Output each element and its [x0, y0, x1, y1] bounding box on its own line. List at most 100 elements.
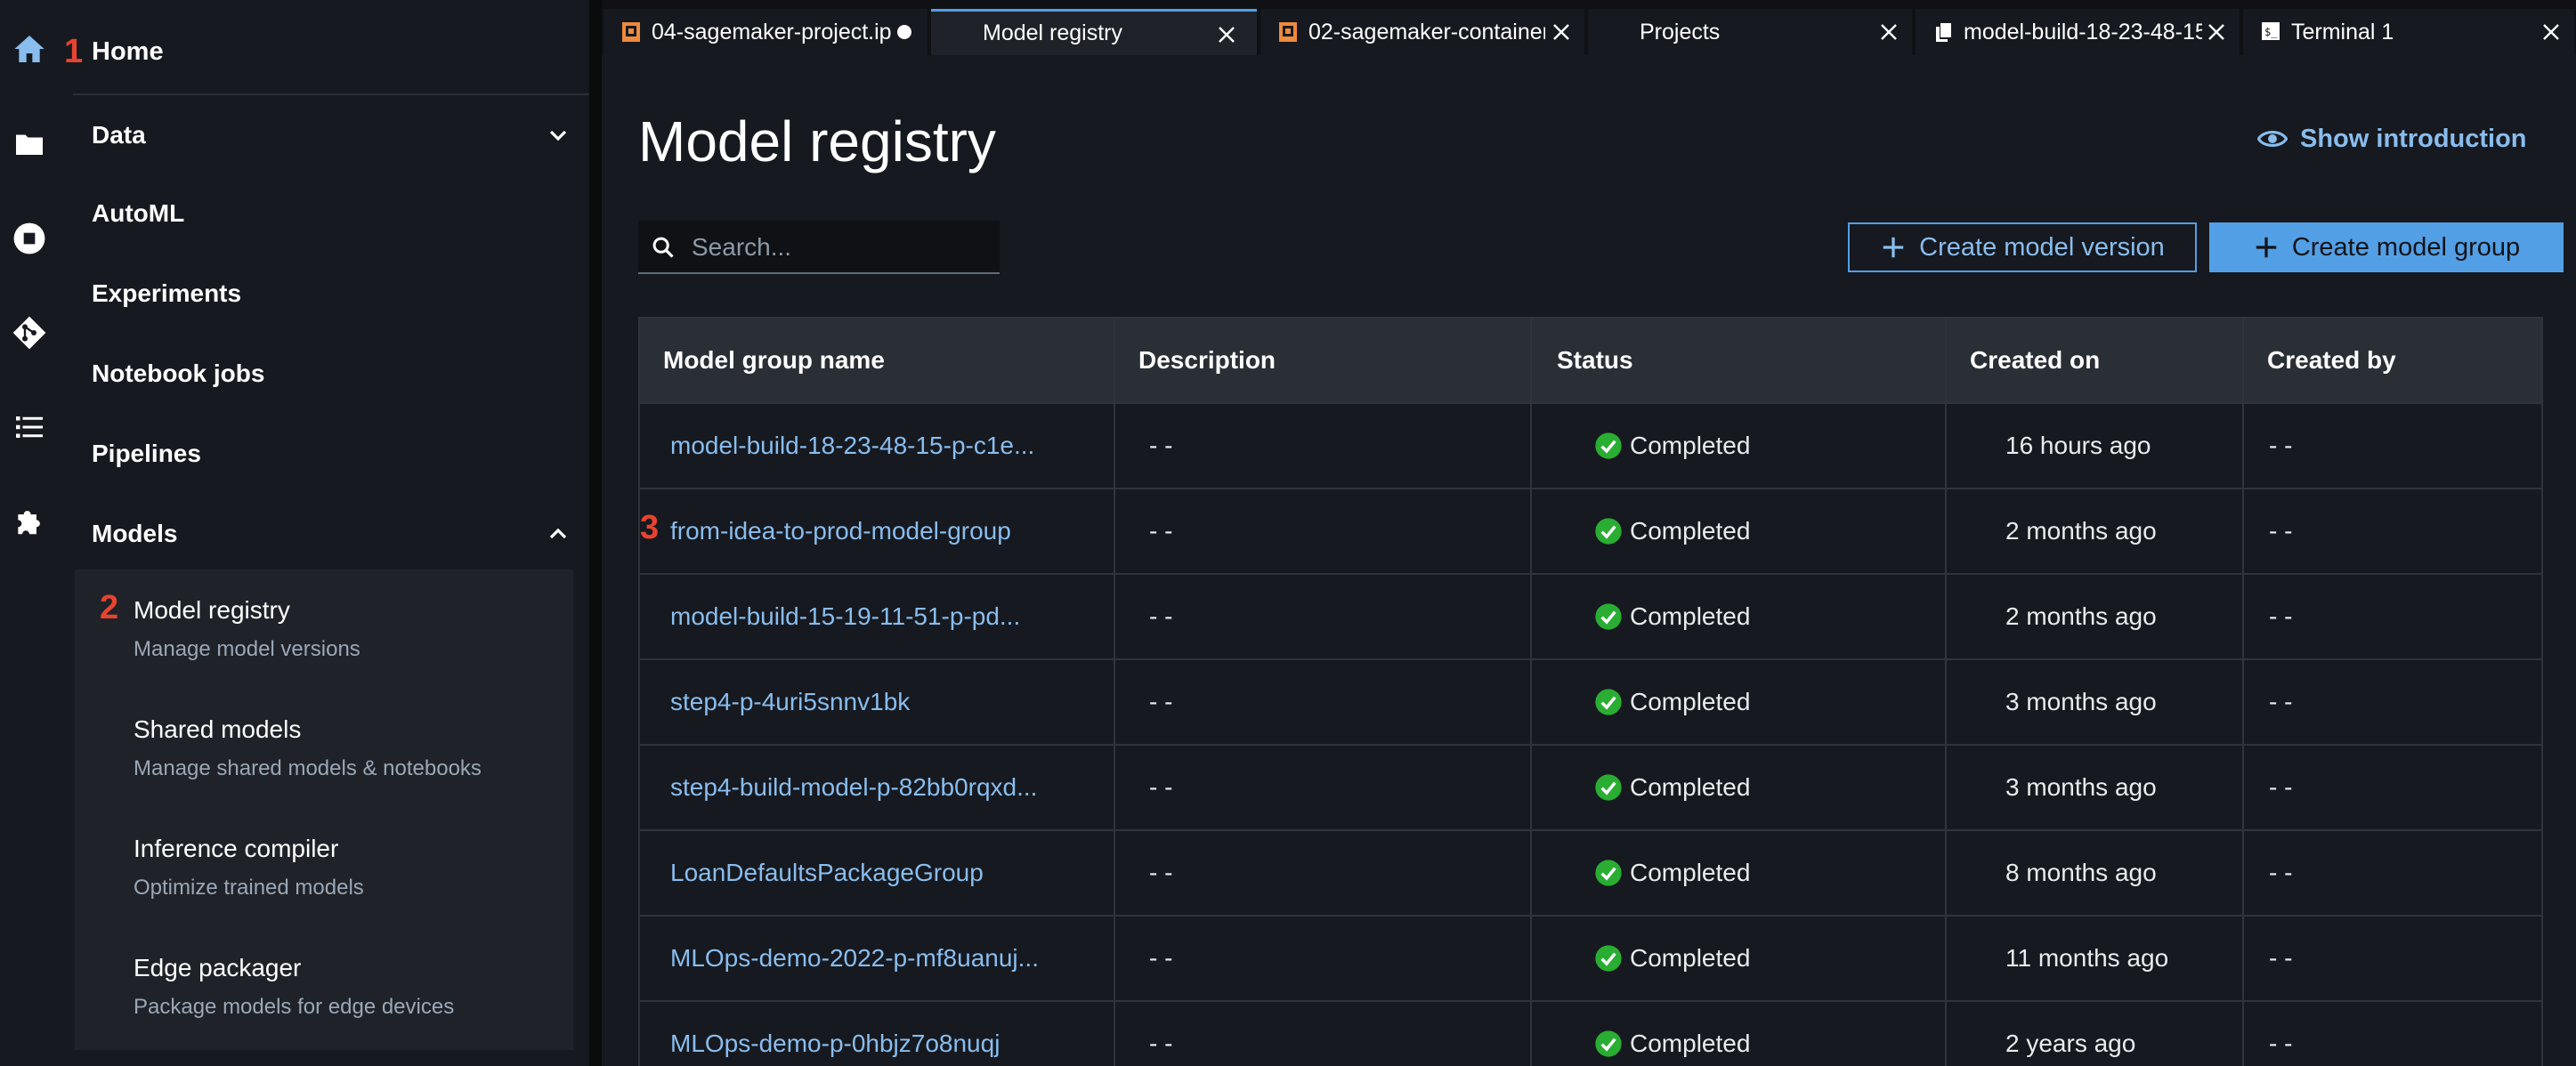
model-group-link[interactable]: step4-p-4uri5snnv1bk — [670, 660, 1115, 744]
status-text: Completed — [1630, 773, 1751, 801]
description-cell: - - — [1149, 602, 1173, 630]
show-introduction-link[interactable]: Show introduction — [2257, 121, 2527, 157]
close-icon[interactable] — [2540, 21, 2562, 43]
status-text: Completed — [1630, 602, 1751, 630]
tab-title: Terminal 1 — [2291, 19, 2394, 44]
nav-item-label: Notebook jobs — [92, 359, 265, 387]
create-model-version-button[interactable]: Create model version — [1848, 222, 2197, 272]
annotation-marker: 3 — [640, 509, 660, 546]
status-text: Completed — [1630, 688, 1751, 715]
search-box — [638, 221, 1000, 274]
created-by-cell: - - — [2269, 773, 2293, 801]
chevron-up-icon — [549, 528, 567, 539]
check-circle-icon — [1595, 518, 1622, 545]
model-group-link[interactable]: MLOps-demo-2022-p-mf8uanuj... — [670, 917, 1115, 1000]
created-by-cell: - - — [2269, 859, 2293, 886]
puzzle-icon[interactable] — [8, 500, 51, 543]
check-circle-icon — [1595, 945, 1622, 972]
nav-item-label: Pipelines — [92, 440, 201, 467]
created-by-cell: - - — [2269, 944, 2293, 972]
nav-item-notebook-jobs[interactable]: Notebook jobs — [92, 347, 572, 400]
column-header-description[interactable]: Description — [1115, 319, 1532, 402]
tab-model-registry[interactable]: Model registry — [931, 9, 1257, 55]
table-row[interactable]: LoanDefaultsPackageGroup - - Completed 8… — [640, 829, 2541, 915]
model-group-link[interactable]: from-idea-to-prod-model-group — [670, 489, 1115, 573]
close-icon[interactable] — [1878, 21, 1900, 43]
created-by-cell: - - — [2269, 688, 2293, 715]
table-row[interactable]: step4-p-4uri5snnv1bk - - Completed 3 mon… — [640, 658, 2541, 744]
tab-projects[interactable]: Projects — [1588, 9, 1912, 55]
table-row[interactable]: 3 from-idea-to-prod-model-group - - Comp… — [640, 488, 2541, 573]
table-row[interactable]: step4-build-model-p-82bb0rqxd... - - Com… — [640, 744, 2541, 829]
search-icon — [652, 237, 674, 258]
check-circle-icon — [1595, 689, 1622, 715]
created-on-cell: 2 months ago — [2005, 602, 2157, 630]
nav-item-label: Models — [92, 520, 178, 547]
tab-model-build[interactable]: model-build-18-23-48-15 — [1916, 9, 2240, 55]
description-cell: - - — [1149, 1030, 1173, 1057]
submenu-description: Optimize trained models — [134, 876, 364, 900]
column-header-model-group-name[interactable]: Model group name — [640, 319, 1115, 402]
nav-item-label: Data — [92, 121, 146, 149]
navigation-panel: 1 Home Data AutoML Experiments Notebook … — [59, 0, 589, 1066]
search-input[interactable] — [690, 221, 996, 274]
create-model-group-button[interactable]: Create model group — [2209, 222, 2564, 272]
status-cell: Completed — [1594, 575, 1750, 658]
status-cell: Completed — [1594, 489, 1750, 573]
created-by-cell: - - — [2269, 432, 2293, 459]
table-row[interactable]: model-build-18-23-48-15-p-c1e... - - Com… — [640, 402, 2541, 488]
nav-item-automl[interactable]: AutoML — [92, 187, 572, 240]
tab-title: 04-sagemaker-project.ipynb — [652, 19, 892, 44]
model-group-link[interactable]: MLOps-demo-p-0hbjz7o8nuqj — [670, 1002, 1115, 1066]
tab-terminal-1[interactable]: $_ Terminal 1 — [2243, 9, 2574, 55]
column-header-status[interactable]: Status — [1532, 319, 1947, 402]
copy-icon — [1936, 23, 1951, 42]
table-row[interactable]: MLOps-demo-2022-p-mf8uanuj... - - Comple… — [640, 915, 2541, 1000]
check-circle-icon — [1595, 603, 1622, 630]
column-header-created-on[interactable]: Created on — [1947, 319, 2244, 402]
model-group-link[interactable]: LoanDefaultsPackageGroup — [670, 831, 1115, 915]
column-header-created-by[interactable]: Created by — [2244, 319, 2541, 402]
nav-item-experiments[interactable]: Experiments — [92, 267, 572, 320]
close-icon[interactable] — [1216, 24, 1237, 45]
table-row[interactable]: MLOps-demo-p-0hbjz7o8nuqj - - Completed … — [640, 1000, 2541, 1066]
table-row[interactable]: model-build-15-19-11-51-p-pd... - - Comp… — [640, 573, 2541, 658]
git-icon[interactable] — [8, 311, 51, 354]
models-submenu: Model registry Manage model versions Sha… — [75, 569, 573, 1050]
divider — [73, 93, 589, 95]
check-circle-icon — [1595, 1030, 1622, 1057]
close-icon[interactable] — [2206, 21, 2227, 43]
submenu-inference-compiler[interactable]: Inference compiler Optimize trained mode… — [134, 835, 561, 900]
submenu-edge-packager[interactable]: Edge packager Package models for edge de… — [134, 954, 561, 1020]
notebook-icon — [1279, 22, 1297, 42]
nav-item-pipelines[interactable]: Pipelines — [92, 427, 572, 481]
tab-04-sagemaker-project[interactable]: 04-sagemaker-project.ipynb — [603, 9, 928, 55]
plus-icon — [1883, 237, 1904, 258]
tab-title: Model registry — [983, 20, 1122, 45]
tab-title: 02-sagemaker-containers.ipynb — [1308, 19, 1545, 44]
list-icon[interactable] — [8, 406, 51, 448]
submenu-shared-models[interactable]: Shared models Manage shared models & not… — [134, 715, 561, 781]
modified-dot-icon — [897, 25, 911, 39]
description-cell: - - — [1149, 944, 1173, 972]
nav-item-label: Experiments — [92, 279, 242, 307]
nav-item-label: AutoML — [92, 199, 185, 227]
model-group-link[interactable]: model-build-15-19-11-51-p-pd... — [670, 575, 1115, 658]
tab-02-sagemaker-containers[interactable]: 02-sagemaker-containers.ipynb — [1260, 9, 1584, 55]
tab-title: model-build-18-23-48-15 — [1964, 19, 2202, 44]
panel-divider[interactable] — [589, 0, 602, 1066]
stop-circle-icon[interactable] — [8, 217, 51, 260]
model-group-link[interactable]: model-build-18-23-48-15-p-c1e... — [670, 404, 1115, 488]
description-cell: - - — [1149, 859, 1173, 886]
nav-item-models[interactable]: Models — [92, 507, 572, 561]
model-group-link[interactable]: step4-build-model-p-82bb0rqxd... — [670, 746, 1115, 829]
folder-icon[interactable] — [8, 123, 51, 166]
close-icon[interactable] — [1551, 21, 1572, 43]
submenu-description: Manage model versions — [134, 637, 360, 661]
annotation-marker: 1 — [64, 32, 84, 70]
status-cell: Completed — [1594, 1002, 1750, 1066]
status-cell: Completed — [1594, 831, 1750, 915]
submenu-model-registry[interactable]: Model registry Manage model versions — [134, 596, 561, 662]
nav-item-data[interactable]: Data — [92, 109, 572, 162]
home-icon[interactable] — [8, 28, 51, 70]
